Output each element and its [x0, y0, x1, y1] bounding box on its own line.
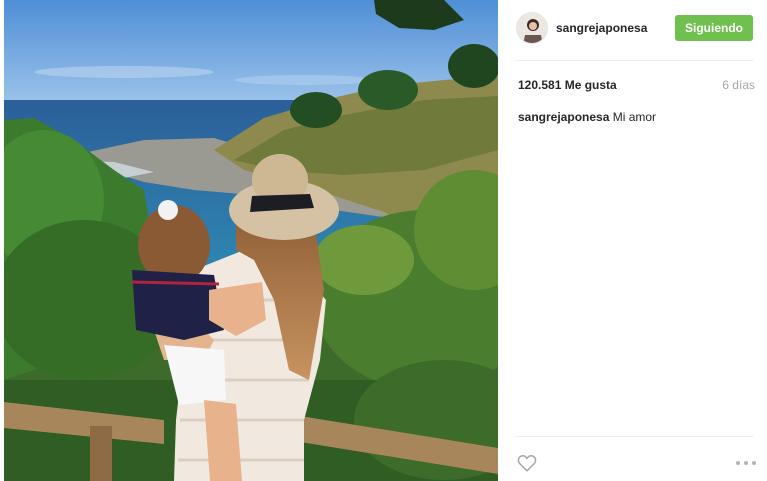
caption-username[interactable]: sangrejaponesa — [518, 110, 609, 124]
actions-divider — [516, 436, 754, 437]
header-divider — [516, 60, 754, 61]
post-sidebar: sangrejaponesa Siguiendo 120.581 Me gust… — [498, 0, 767, 481]
post-photo[interactable] — [4, 0, 498, 481]
heart-outline-icon — [517, 455, 537, 472]
avatar-image — [517, 13, 547, 43]
post-photo-image — [4, 0, 498, 481]
more-options-button[interactable] — [734, 452, 758, 474]
more-options-icon — [736, 461, 756, 465]
likes-count[interactable]: 120.581 Me gusta — [518, 78, 617, 92]
following-button[interactable]: Siguiendo — [675, 15, 753, 41]
like-button[interactable] — [516, 452, 538, 474]
caption-text: Mi amor — [612, 110, 657, 124]
post-time[interactable]: 6 días — [722, 78, 755, 92]
caption: sangrejaponesa Mi amor — [518, 110, 656, 124]
post-header: sangrejaponesa Siguiendo — [516, 12, 754, 46]
avatar[interactable] — [516, 12, 548, 44]
username-link[interactable]: sangrejaponesa — [556, 21, 647, 35]
